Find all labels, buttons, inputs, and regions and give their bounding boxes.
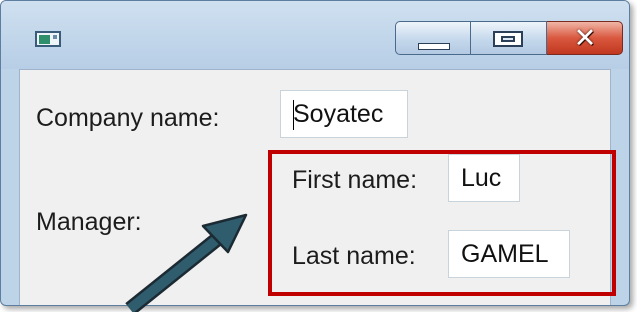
arrow-shaft-fill bbox=[126, 228, 230, 312]
annotation-arrow bbox=[125, 213, 248, 312]
